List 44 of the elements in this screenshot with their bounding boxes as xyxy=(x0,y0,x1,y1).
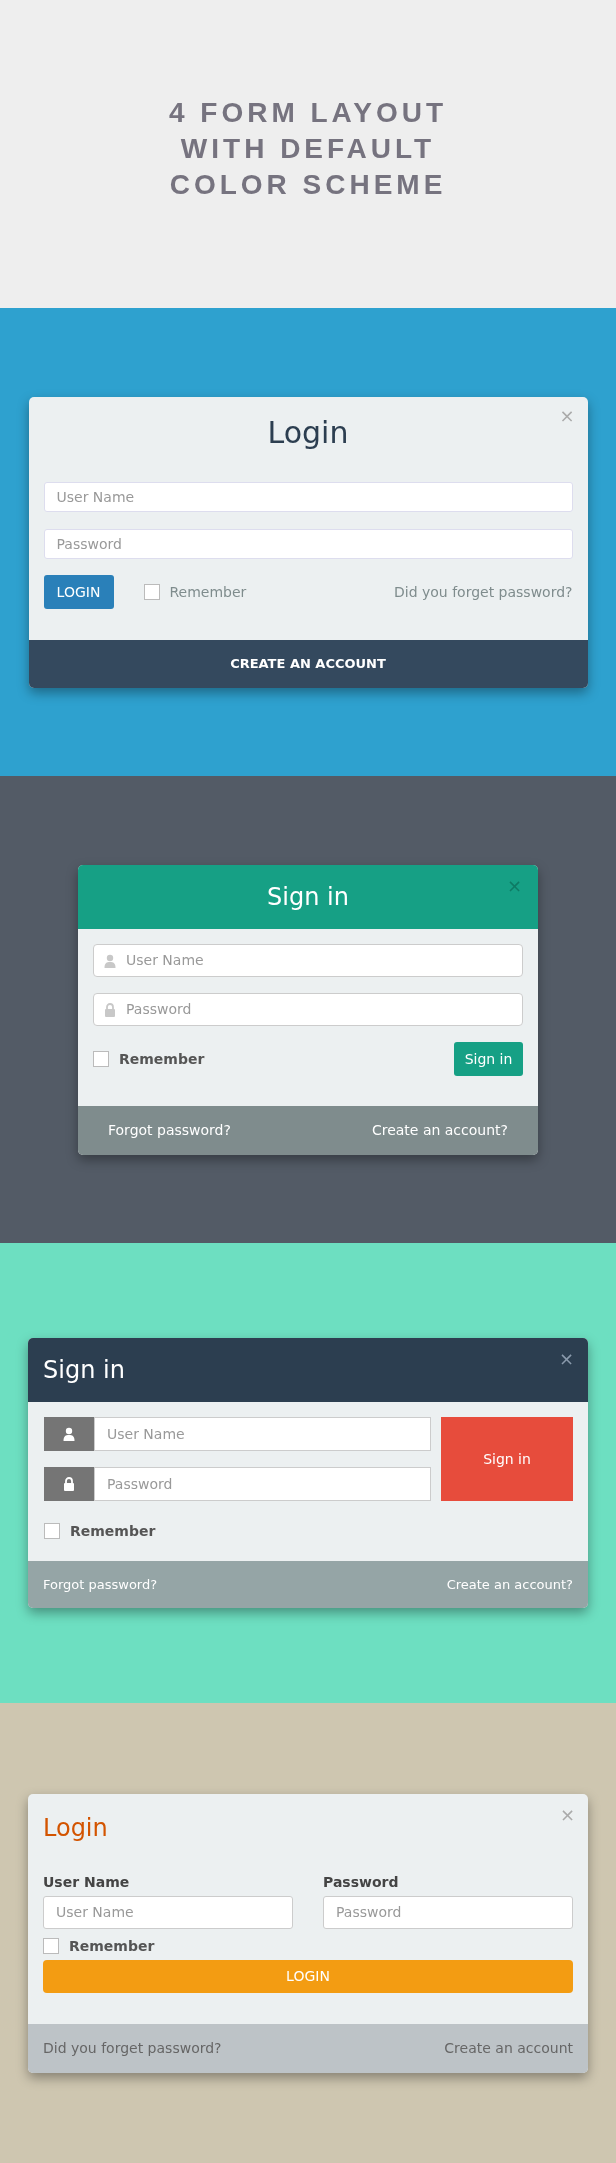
input-field[interactable]: User Name xyxy=(43,481,573,512)
remember-label: Remember xyxy=(169,583,247,600)
user-icon xyxy=(63,1427,75,1441)
input-field[interactable]: Password xyxy=(93,992,523,1026)
field-label: User Name xyxy=(43,1872,131,1891)
lock-icon xyxy=(104,1002,116,1017)
sign-in-button[interactable]: Sign in xyxy=(454,1041,523,1076)
close-button[interactable]: × xyxy=(559,406,575,425)
input-field[interactable]: User Name xyxy=(94,1417,431,1451)
form-title: Sign in xyxy=(43,1356,125,1384)
remember-label: Remember xyxy=(119,1050,205,1067)
form-title: Login xyxy=(43,1812,108,1844)
input-field[interactable]: Password xyxy=(323,1895,573,1929)
field-label: Password xyxy=(323,1872,400,1891)
form-title: Login xyxy=(267,413,349,452)
forgot-password-link[interactable]: Forgot password? xyxy=(43,1577,158,1592)
login-button[interactable]: LOGIN xyxy=(43,1959,573,1993)
banner-title: COLOR SCHEME xyxy=(168,168,448,202)
create-account-button[interactable]: CREATE AN ACCOUNT xyxy=(28,639,588,688)
create-account-link[interactable]: Create an account? xyxy=(371,1122,508,1138)
user-icon xyxy=(104,953,116,968)
forgot-password-link[interactable]: Did you forget password? xyxy=(393,583,573,600)
input-field[interactable]: Password xyxy=(43,528,573,559)
close-button[interactable]: × xyxy=(559,1805,575,1824)
form-title: Sign in xyxy=(267,882,349,911)
sign-in-button[interactable]: Sign in xyxy=(441,1417,573,1501)
close-button[interactable]: × xyxy=(558,1350,574,1368)
remember-checkbox[interactable] xyxy=(93,1050,109,1067)
create-account-link[interactable]: Create an account xyxy=(444,2040,573,2056)
remember-label: Remember xyxy=(70,1523,156,1539)
input-field[interactable]: Password xyxy=(94,1467,431,1501)
remember-label: Remember xyxy=(69,1937,155,1954)
remember-checkbox[interactable] xyxy=(44,1523,60,1539)
banner-title: 4 FORM LAYOUT xyxy=(167,96,449,130)
forgot-password-link[interactable]: Did you forget password? xyxy=(43,2040,222,2056)
input-field[interactable]: User Name xyxy=(43,1895,293,1929)
banner-title: WITH DEFAULT xyxy=(179,132,437,166)
remember-checkbox[interactable] xyxy=(143,583,160,600)
login-button[interactable]: LOGIN xyxy=(43,574,114,609)
input-field[interactable]: User Name xyxy=(93,943,523,977)
lock-icon xyxy=(63,1477,75,1491)
create-account-link[interactable]: Create an account? xyxy=(446,1577,573,1592)
forgot-password-link[interactable]: Forgot password? xyxy=(108,1122,231,1138)
remember-checkbox[interactable] xyxy=(43,1937,59,1954)
